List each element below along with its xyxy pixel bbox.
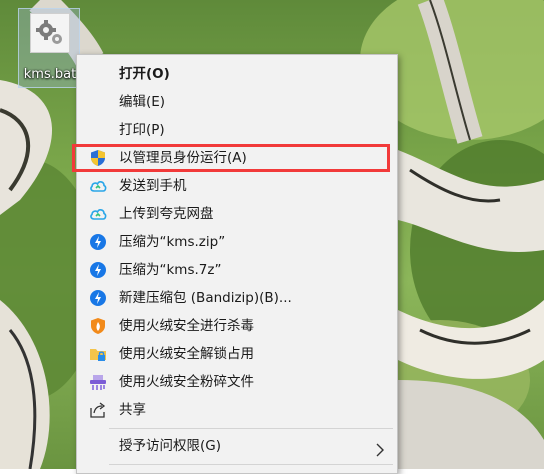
- cloud-icon: [89, 205, 107, 223]
- menu-item-label: 压缩为“kms.zip”: [119, 234, 226, 250]
- menu-item-compress-7z[interactable]: 压缩为“kms.7z”: [79, 256, 395, 284]
- folder-lock-icon: [89, 345, 107, 363]
- menu-item-huorong-unlock[interactable]: 使用火绒安全解锁占用: [79, 340, 395, 368]
- chevron-right-icon: [375, 439, 385, 457]
- menu-item-label: 打开(O): [119, 66, 170, 82]
- menu-item-label: 编辑(E): [119, 94, 166, 110]
- menu-item-label: 使用火绒安全进行杀毒: [119, 318, 254, 334]
- menu-item-edit[interactable]: 编辑(E): [79, 88, 395, 116]
- menu-item-label: 授予访问权限(G): [119, 438, 221, 454]
- menu-item-label: 压缩为“kms.7z”: [119, 262, 222, 278]
- menu-item-label: 上传到夸克网盘: [119, 206, 214, 222]
- menu-item-compress-zip[interactable]: 压缩为“kms.zip”: [79, 228, 395, 256]
- highlight-box: [72, 144, 390, 172]
- bandizip-icon: [89, 233, 107, 251]
- shredder-icon: [89, 373, 107, 391]
- menu-item-grant-access[interactable]: 授予访问权限(G): [79, 432, 395, 460]
- menu-item-label: 打印(P): [119, 122, 165, 138]
- menu-item-huorong-scan[interactable]: 使用火绒安全进行杀毒: [79, 312, 395, 340]
- menu-item-huorong-shred[interactable]: 使用火绒安全粉碎文件: [79, 368, 395, 396]
- menu-item-label: 使用火绒安全解锁占用: [119, 346, 254, 362]
- menu-item-label: 新建压缩包 (Bandizip)(B)...: [119, 290, 292, 306]
- bandizip-icon: [89, 261, 107, 279]
- menu-item-upload-quark[interactable]: 上传到夸克网盘: [79, 200, 395, 228]
- bandizip-icon: [89, 289, 107, 307]
- cloud-icon: [89, 177, 107, 195]
- menu-item-send-to-phone[interactable]: 发送到手机: [79, 172, 395, 200]
- menu-item-label: 发送到手机: [119, 178, 187, 194]
- menu-item-label: 共享: [119, 402, 146, 418]
- menu-item-open[interactable]: 打开(O): [79, 60, 395, 88]
- menu-item-label: 使用火绒安全粉碎文件: [119, 374, 254, 390]
- gear-file-icon: [30, 13, 70, 53]
- huorong-shield-icon: [89, 317, 107, 335]
- menu-separator: [109, 428, 393, 429]
- menu-item-print[interactable]: 打印(P): [79, 116, 395, 144]
- menu-separator: [109, 464, 393, 465]
- desktop-file-label: kms.bat: [23, 67, 77, 82]
- context-menu: 打开(O) 编辑(E) 打印(P) 以管理员身份运行(A) 发送到手机 上传到夸…: [76, 54, 398, 474]
- menu-item-new-archive[interactable]: 新建压缩包 (Bandizip)(B)...: [79, 284, 395, 312]
- desktop-file-kms-bat[interactable]: kms.bat: [18, 8, 80, 88]
- share-icon: [89, 401, 107, 419]
- menu-item-share[interactable]: 共享: [79, 396, 395, 424]
